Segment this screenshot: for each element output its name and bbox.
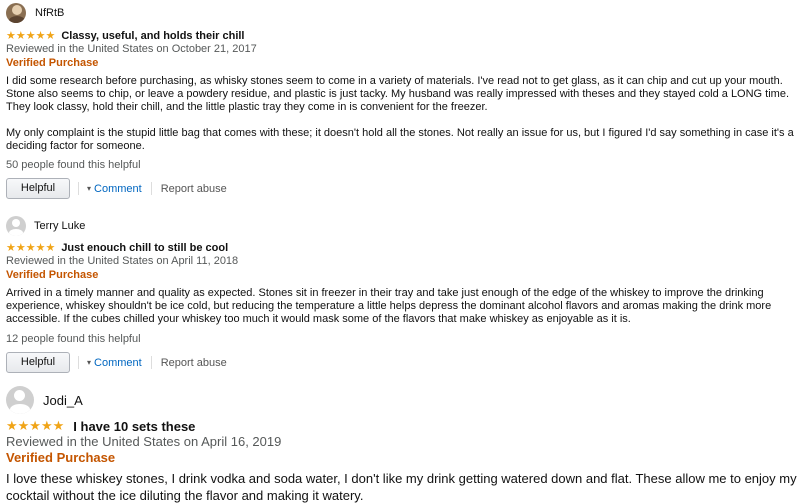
avatar	[6, 3, 26, 23]
review-date: Reviewed in the United States on April 1…	[6, 434, 282, 449]
helpful-count: 12 people found this helpful	[6, 333, 141, 345]
chevron-down-icon: ▾	[87, 184, 92, 193]
review-title[interactable]: Classy, useful, and holds their chill	[61, 30, 244, 42]
review-paragraph: I love these whiskey stones, I drink vod…	[6, 471, 797, 503]
default-avatar-icon	[6, 386, 34, 414]
review-body: Arrived in a timely manner and quality a…	[6, 287, 796, 326]
review-body: I did some research before purchasing, a…	[6, 75, 796, 153]
comment-link[interactable]: Comment	[94, 183, 142, 195]
review-date: Reviewed in the United States on April 1…	[6, 255, 239, 267]
verified-purchase-badge[interactable]: Verified Purchase	[6, 57, 98, 69]
star-icon: ★★★★★	[6, 242, 56, 254]
review-paragraph: I did some research before purchasing, a…	[6, 75, 790, 113]
review-title[interactable]: I have 10 sets these	[73, 419, 195, 434]
report-abuse-link[interactable]: Report abuse	[161, 357, 227, 369]
review-body: I love these whiskey stones, I drink vod…	[6, 470, 800, 504]
rating-title-row: ★★★★★ Just enouch chill to still be cool	[6, 241, 228, 255]
reviewer-profile[interactable]: NfRtB	[6, 3, 64, 23]
helpful-count: 50 people found this helpful	[6, 159, 141, 171]
verified-purchase-badge[interactable]: Verified Purchase	[6, 450, 115, 465]
divider	[150, 182, 152, 195]
review-paragraph: Arrived in a timely manner and quality a…	[6, 287, 772, 325]
review-actions: ▾ Comment Report abuse	[78, 182, 227, 195]
reviewer-profile[interactable]: Terry Luke	[6, 216, 85, 236]
verified-purchase-badge[interactable]: Verified Purchase	[6, 269, 98, 281]
rating-title-row: ★★★★★ I have 10 sets these	[6, 418, 195, 434]
divider	[78, 182, 79, 195]
rating-title-row: ★★★★★ Classy, useful, and holds their ch…	[6, 29, 244, 43]
divider	[150, 356, 152, 369]
review-title[interactable]: Just enouch chill to still be cool	[61, 242, 228, 254]
reviewer-name: Jodi_A	[43, 392, 83, 408]
divider	[78, 356, 79, 369]
review-date: Reviewed in the United States on October…	[6, 43, 257, 55]
star-icon: ★★★★★	[6, 418, 65, 433]
chevron-down-icon: ▾	[87, 358, 92, 367]
review-actions: ▾ Comment Report abuse	[78, 356, 227, 369]
star-icon: ★★★★★	[6, 30, 56, 42]
helpful-button[interactable]: Helpful	[6, 352, 70, 373]
report-abuse-link[interactable]: Report abuse	[161, 183, 227, 195]
reviewer-name: Terry Luke	[34, 220, 86, 232]
default-avatar-icon	[6, 216, 26, 236]
helpful-button[interactable]: Helpful	[6, 178, 70, 199]
comment-link[interactable]: Comment	[94, 357, 142, 369]
reviewer-profile[interactable]: Jodi_A	[6, 386, 83, 414]
review-paragraph: My only complaint is the stupid little b…	[6, 127, 794, 152]
reviewer-name: NfRtB	[35, 7, 65, 19]
